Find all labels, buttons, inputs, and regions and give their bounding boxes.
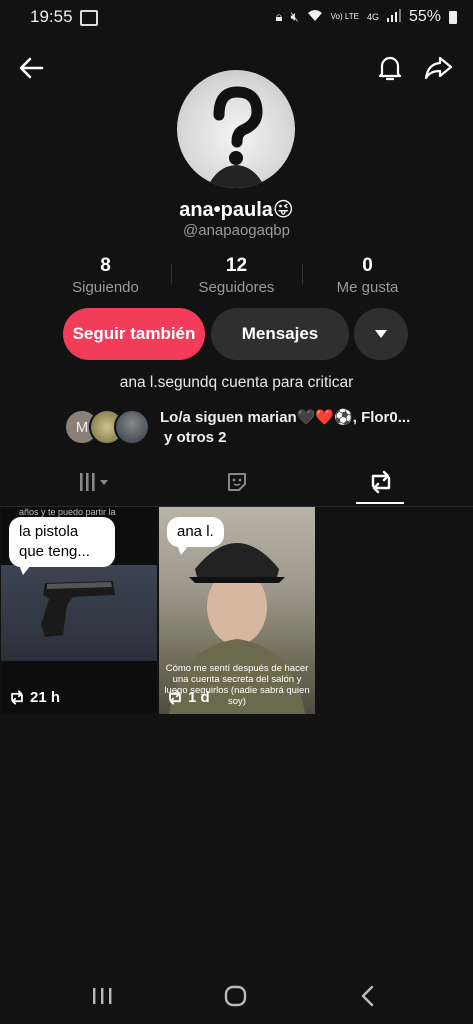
stat-likes[interactable]: 0 Me gusta (302, 255, 433, 297)
tab-reposts[interactable] (302, 460, 459, 504)
system-navigation-bar (0, 968, 473, 1024)
battery-level: 55% (408, 8, 441, 25)
post-bubble: ana l. (167, 517, 224, 555)
repost-icon (11, 690, 23, 705)
status-indicators: 🔒︎ 🔇︎ Vo) LTE 4G 55% (276, 8, 457, 26)
mute-icon: 🔇︎ (290, 9, 299, 24)
caret-down-icon (375, 330, 387, 338)
battery-icon (449, 10, 457, 24)
mutual-followers-text[interactable]: Lo/a siguen marian🖤❤️⚽, Flor0... y otros… (160, 408, 410, 448)
more-options-button[interactable] (354, 308, 408, 360)
stat-following[interactable]: 8 Siguiendo (40, 255, 171, 297)
mutual-line-2: y otros 2 (164, 429, 227, 446)
signal-icon (386, 9, 401, 25)
mutual-line-1: Lo/a siguen marian🖤❤️⚽, Flor0... (160, 409, 411, 426)
post-bubble: la pistola que teng... (9, 517, 115, 575)
post-thumbnail[interactable]: ana l. Cómo me sentí después de hacer un… (159, 507, 315, 714)
follow-back-button[interactable]: Seguir también (63, 308, 205, 360)
volte-label: Vo) LTE (330, 12, 359, 21)
pistol-image (41, 581, 115, 637)
profile-handle: @anapaogaqbp (183, 222, 290, 239)
stat-value: 12 (225, 255, 248, 276)
profile-bio: ana l.segundq cuenta para criticar (119, 374, 354, 391)
back-nav-icon[interactable] (358, 985, 378, 1012)
back-icon[interactable] (16, 52, 48, 84)
wifi-icon (307, 9, 323, 25)
stat-label: Me gusta (336, 279, 399, 296)
mutual-avatar[interactable] (114, 409, 150, 445)
profile-stats: 8 Siguiendo 12 Seguidores 0 Me gusta (40, 255, 433, 297)
post-time: 1 d (188, 689, 210, 706)
network-label: 4G (366, 12, 379, 22)
post-repost-count: 1 d (167, 689, 210, 706)
stat-value: 0 (362, 255, 373, 276)
stat-label: Siguiendo (72, 279, 139, 296)
status-time: 19:55 (30, 7, 73, 26)
stat-label: Seguidores (198, 279, 275, 296)
grid-icon (79, 473, 108, 491)
post-time: 21 h (30, 689, 61, 706)
repost-icon (169, 690, 181, 705)
sticker-icon (227, 473, 246, 491)
active-tab-indicator (356, 502, 404, 504)
message-button[interactable]: Mensajes (211, 308, 349, 360)
share-icon[interactable] (422, 52, 454, 84)
post-image (1, 565, 157, 661)
gallery-notification-icon (80, 10, 98, 26)
tab-stickers[interactable] (158, 460, 315, 504)
repost-icon (371, 470, 390, 494)
avatar[interactable] (177, 70, 295, 188)
stat-value: 8 (100, 255, 111, 276)
tab-videos[interactable] (16, 460, 173, 504)
status-bar: 19:55 🔒︎ 🔇︎ Vo) LTE 4G 55% (0, 0, 473, 34)
profile-tabs (0, 460, 473, 507)
bell-icon[interactable] (374, 52, 406, 84)
post-top-text: años y te puedo partir la (19, 507, 116, 517)
lock-icon: 🔒︎ (275, 9, 283, 24)
stat-followers[interactable]: 12 Seguidores (171, 255, 302, 297)
post-thumbnail[interactable]: años y te puedo partir la la pistola que… (1, 507, 157, 714)
profile-name: ana•paula😜 (179, 199, 294, 221)
post-repost-count: 21 h (9, 689, 60, 706)
recent-apps-icon[interactable] (90, 986, 114, 1011)
home-icon[interactable] (224, 985, 248, 1012)
